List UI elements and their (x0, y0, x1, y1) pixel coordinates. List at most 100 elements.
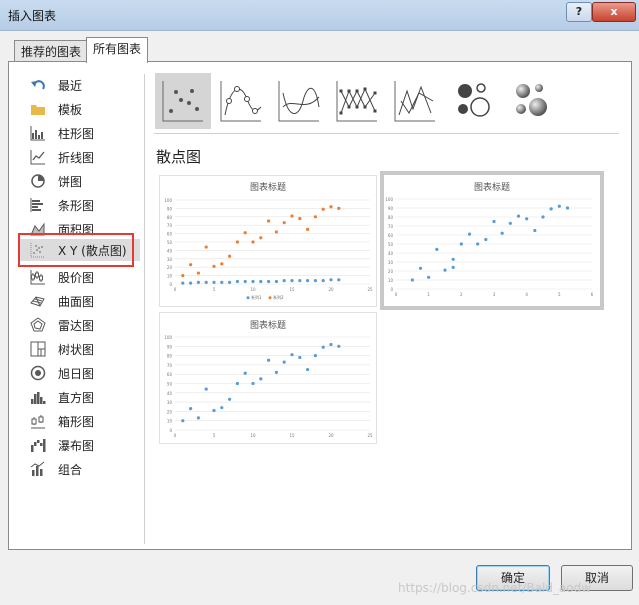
scatter-straight-icon (394, 81, 435, 122)
sidebar-item[interactable]: 瀑布图 (20, 434, 140, 456)
subtype-divider (154, 133, 619, 134)
data-point (290, 353, 294, 357)
y-tick-label: 60 (167, 232, 173, 237)
y-tick-label: 50 (388, 242, 394, 247)
data-point (282, 279, 286, 283)
sidebar-item-label: 条形图 (58, 199, 95, 213)
data-point (228, 280, 232, 284)
x-tick-label: 5 (558, 292, 561, 297)
x-tick-label: 0 (174, 433, 177, 438)
data-point (557, 204, 561, 208)
data-point (492, 219, 496, 224)
data-point (259, 377, 263, 381)
y-tick-label: 20 (167, 409, 173, 414)
data-point (251, 240, 255, 244)
subtype-bubble[interactable] (445, 73, 501, 129)
data-point (337, 344, 341, 348)
chart-preview-1[interactable]: 图表标题 0 10 20 30 40 50 60 70 80 90 100 0 5 10 15 20 25 系列1… (159, 175, 377, 307)
help-button[interactable]: ? (566, 2, 592, 22)
data-point (290, 214, 294, 218)
y-tick-label: 10 (167, 419, 173, 424)
data-point (313, 215, 317, 219)
x-tick-label: 20 (328, 433, 334, 438)
x-tick-label: 15 (289, 433, 295, 438)
y-tick-label: 30 (388, 260, 394, 265)
sidebar-item[interactable]: 旭日图 (20, 362, 140, 384)
sidebar-item-label: 柱形图 (58, 127, 95, 141)
subtype-scatter-straight[interactable] (387, 73, 443, 129)
data-point (212, 408, 216, 413)
column-chart-icon (30, 126, 45, 141)
y-tick-label: 20 (388, 269, 394, 274)
subtype-scatter-smooth-markers[interactable] (213, 73, 269, 129)
x-tick-label: 2 (460, 292, 463, 297)
data-point (267, 279, 271, 284)
data-point (243, 371, 247, 375)
subtype-scatter-straight-markers[interactable] (329, 73, 385, 129)
sidebar-item[interactable]: 组合 (20, 458, 140, 480)
tab-all-charts[interactable]: 所有图表 (86, 37, 149, 63)
sidebar-item[interactable]: 股价图 (20, 266, 140, 288)
y-tick-label: 40 (388, 251, 394, 256)
data-point (274, 279, 278, 284)
legend-marker (246, 296, 250, 300)
data-point (533, 228, 537, 233)
data-point (243, 279, 247, 284)
sidebar-item-label: 雷达图 (58, 319, 95, 333)
surface-chart-icon (30, 296, 45, 307)
data-point (306, 367, 310, 372)
box-whisker-chart-icon (31, 415, 45, 429)
x-tick-label: 1 (427, 292, 430, 297)
data-point (196, 280, 200, 284)
chart-preview-2[interactable]: 图表标题 0 10 20 30 40 50 60 70 80 90 100 0 1 2 3 4 5 6 (380, 171, 604, 310)
histogram-chart-icon (31, 392, 46, 404)
y-tick-label: 50 (167, 240, 173, 245)
sidebar-item[interactable]: 条形图 (20, 194, 140, 216)
chart-preview-3[interactable]: 图表标题 0 10 20 30 40 50 60 70 80 90 100 0 5 10 15 20 25 (159, 312, 377, 444)
sidebar-item-label: 箱形图 (58, 415, 95, 429)
sidebar-item[interactable]: 树状图 (20, 338, 140, 360)
close-button[interactable]: x (592, 2, 636, 22)
data-point (435, 247, 439, 251)
sidebar-item-label: 模板 (58, 103, 83, 117)
data-point (321, 345, 325, 349)
sidebar-item[interactable]: 箱形图 (20, 410, 140, 432)
data-point (259, 236, 263, 240)
data-point (313, 279, 317, 283)
legend-label: 系列2 (273, 294, 284, 300)
tab-recommended-charts[interactable]: 推荐的图表 (14, 40, 89, 63)
y-tick-label: 60 (388, 233, 394, 238)
sidebar-item-label: 折线图 (58, 151, 95, 165)
data-point (228, 397, 232, 401)
data-point (282, 360, 286, 364)
data-point (410, 278, 414, 282)
data-point (196, 271, 200, 275)
scatter-straight-markers-icon (336, 81, 377, 122)
data-point (467, 232, 472, 236)
subtype-scatter-smooth[interactable] (271, 73, 327, 129)
data-point (251, 381, 255, 386)
data-point (484, 237, 488, 242)
y-tick-label: 90 (167, 206, 173, 211)
scatter-smooth-icon (278, 81, 320, 122)
sunburst-chart-icon (30, 365, 46, 381)
subtype-scatter[interactable] (155, 73, 211, 129)
sidebar-item[interactable]: 模板 (20, 98, 140, 120)
sidebar-item[interactable]: 曲面图 (20, 290, 140, 312)
data-point (306, 227, 310, 231)
sidebar-item[interactable]: 柱形图 (20, 122, 140, 144)
subtype-bubble-3d[interactable] (503, 73, 559, 129)
sidebar-item[interactable]: 饼图 (20, 170, 140, 192)
y-tick-label: 90 (167, 344, 173, 349)
data-point (321, 279, 325, 283)
sidebar-item[interactable]: 直方图 (20, 386, 140, 408)
data-point (228, 254, 232, 258)
x-tick-label: 0 (174, 287, 177, 292)
sidebar-item[interactable]: 最近 (20, 74, 140, 96)
data-point (204, 387, 208, 391)
sidebar-item[interactable]: 折线图 (20, 146, 140, 168)
data-point (212, 280, 216, 284)
sidebar-item[interactable]: 雷达图 (20, 314, 140, 336)
sidebar-item-label: 树状图 (58, 343, 95, 357)
treemap-chart-icon (30, 341, 46, 357)
